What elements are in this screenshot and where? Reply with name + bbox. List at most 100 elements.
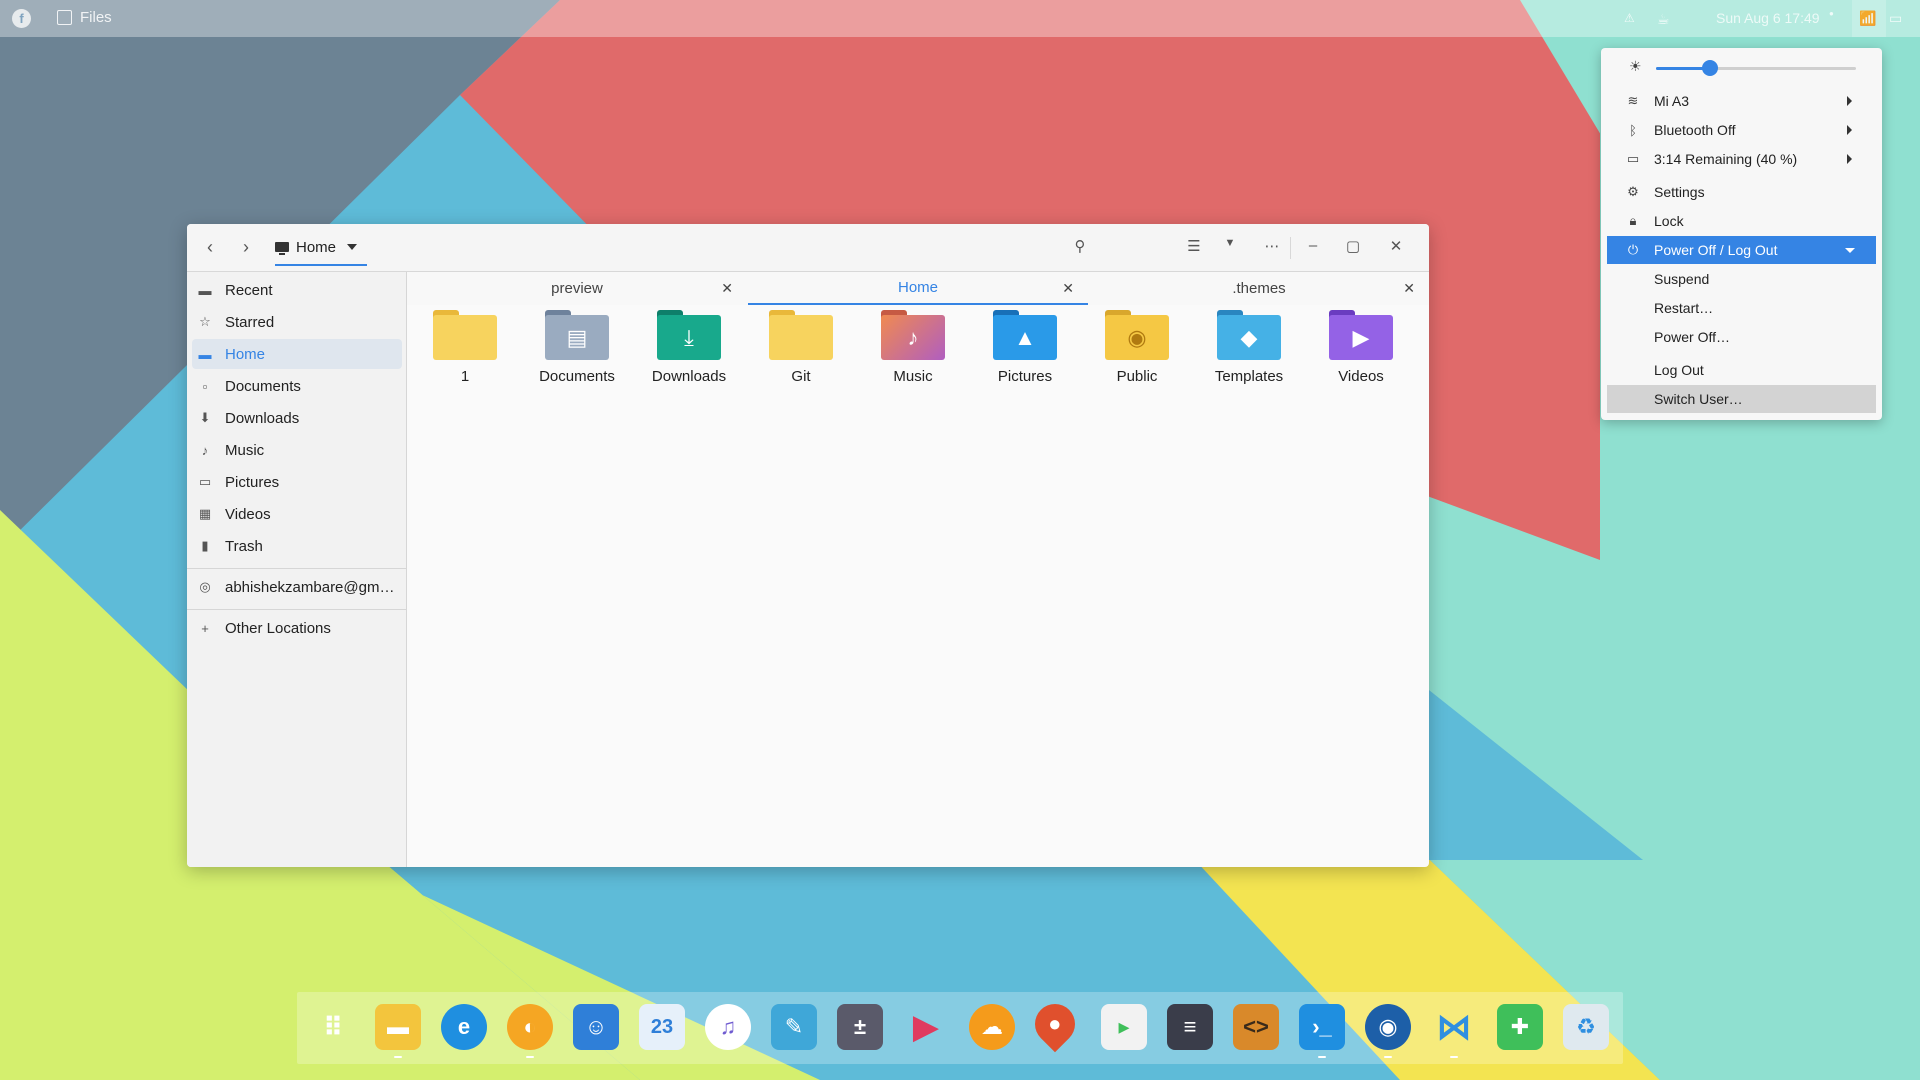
sidebar: ▬ Recent ☆ Starred ▬ Home ▫ Documents ⬇ Downl… xyxy=(187,272,407,867)
search-icon[interactable]: ⚲ xyxy=(1069,237,1091,255)
app-menu-button[interactable]: Files xyxy=(57,9,112,26)
trash-icon: ▮ xyxy=(201,538,209,553)
forward-button[interactable]: › xyxy=(235,236,257,258)
network-icon: ◎ xyxy=(199,579,211,594)
brightness-slider-knob[interactable] xyxy=(1702,60,1718,76)
chevron-right-icon xyxy=(1847,125,1852,135)
bluetooth-icon: ᛒ xyxy=(1629,122,1637,138)
sidebar-item-label: Starred xyxy=(225,313,275,331)
power-off-label: Power Off… xyxy=(1654,329,1730,345)
sidebar-item-label: Home xyxy=(225,345,266,363)
recycle-bin-icon[interactable]: ♻ xyxy=(1563,1004,1609,1050)
more-menu-icon[interactable]: ⋯ xyxy=(1261,237,1283,255)
vscode-icon[interactable]: ⋈ xyxy=(1431,1004,1477,1050)
store-icon[interactable]: ▸ xyxy=(1101,1004,1147,1050)
header-bar: ‹ › Home ⚲ ☰ ▼ ⋯ – ▢ ✕ xyxy=(187,224,1429,272)
sidebar-item-videos[interactable]: ▦ Videos xyxy=(192,499,402,529)
bluetooth-menu-item[interactable]: ᛒ Bluetooth Off xyxy=(1607,116,1876,144)
clock[interactable]: Sun Aug 6 17:49 xyxy=(1716,10,1820,26)
app-grid-icon[interactable]: ⠿ xyxy=(310,1004,356,1050)
documents-folder-icon: ▤ xyxy=(545,310,609,360)
file-item-templates[interactable]: ◆ Templates xyxy=(1193,306,1305,385)
sidebar-item-downloads[interactable]: ⬇ Downloads xyxy=(192,403,402,433)
maps-icon[interactable]: ● xyxy=(1026,995,1084,1053)
sidebar-item-home[interactable]: ▬ Home xyxy=(192,339,402,369)
file-item-documents[interactable]: ▤ Documents xyxy=(521,306,633,385)
sidebar-item-label: Videos xyxy=(225,505,271,523)
minimize-icon[interactable]: – xyxy=(1302,237,1324,254)
disk-icon[interactable]: ◉ xyxy=(1365,1004,1411,1050)
close-icon[interactable]: ✕ xyxy=(1385,237,1407,255)
files-icon[interactable]: ▬ xyxy=(375,1004,421,1050)
tab-themes[interactable]: .themes ✕ xyxy=(1089,272,1429,305)
home-icon: ▬ xyxy=(198,346,212,362)
lock-menu-item[interactable]: 🔒︎ Lock xyxy=(1607,207,1876,235)
sidebar-item-other-locations[interactable]: + Other Locations xyxy=(192,613,402,643)
file-item-videos[interactable]: ▶ Videos xyxy=(1305,306,1417,385)
log-out-menu-item[interactable]: Log Out xyxy=(1607,356,1876,384)
wifi-menu-item[interactable]: ≋ Mi A3 xyxy=(1607,87,1876,115)
firefox-icon[interactable]: ◐ xyxy=(507,1004,553,1050)
sidebar-item-music[interactable]: ♪ Music xyxy=(192,435,402,465)
close-icon[interactable]: ✕ xyxy=(721,280,733,297)
warning-icon[interactable]: ⚠ xyxy=(1624,11,1635,25)
power-icon: ⏻ xyxy=(1627,242,1639,257)
people-icon[interactable]: ☺ xyxy=(573,1004,619,1050)
downloads-folder-icon: ⤓ xyxy=(657,310,721,360)
brightness-slider[interactable] xyxy=(1656,60,1856,76)
file-item-pictures[interactable]: ▲ Pictures xyxy=(969,306,1081,385)
sidebar-item-trash[interactable]: ▮ Trash xyxy=(192,531,402,561)
maximize-icon[interactable]: ▢ xyxy=(1342,237,1364,255)
activities-logo-icon[interactable]: f xyxy=(12,9,31,28)
status-area[interactable]: 📶 xyxy=(1852,0,1886,37)
extensions-icon[interactable]: ✚ xyxy=(1497,1004,1543,1050)
battery-icon[interactable]: ▭ xyxy=(1889,10,1902,27)
path-bar-button[interactable]: Home xyxy=(275,234,358,260)
terminal-icon[interactable]: ›_ xyxy=(1299,1004,1345,1050)
tweaks-icon[interactable]: ≡ xyxy=(1167,1004,1213,1050)
file-item-git[interactable]: Git xyxy=(745,306,857,385)
running-indicator xyxy=(1384,1056,1392,1058)
sidebar-item-label: Other Locations xyxy=(225,619,331,637)
brightness-icon: ☀ xyxy=(1629,58,1642,74)
sidebar-item-network-account[interactable]: ◎ abhishekzambare@gm… xyxy=(192,572,402,602)
calculator-icon[interactable]: ± xyxy=(837,1004,883,1050)
file-label: Pictures xyxy=(997,368,1053,385)
restart-menu-item[interactable]: Restart… xyxy=(1607,294,1876,322)
close-icon[interactable]: ✕ xyxy=(1403,280,1415,297)
media-player-icon[interactable]: ▶ xyxy=(903,1004,949,1050)
file-item-public[interactable]: ◉ Public xyxy=(1081,306,1193,385)
tab-label: .themes xyxy=(1232,280,1286,297)
sidebar-item-documents[interactable]: ▫ Documents xyxy=(192,371,402,401)
sidebar-item-recent[interactable]: ▬ Recent xyxy=(192,275,402,305)
suspend-menu-item[interactable]: Suspend xyxy=(1607,265,1876,293)
file-label: Documents xyxy=(539,368,615,385)
close-icon[interactable]: ✕ xyxy=(1062,280,1074,297)
edge-browser-icon[interactable]: e xyxy=(441,1004,487,1050)
view-options-icon[interactable]: ▼ xyxy=(1219,237,1241,249)
back-button[interactable]: ‹ xyxy=(199,236,221,258)
switch-user-label: Switch User… xyxy=(1654,391,1743,407)
coffee-icon[interactable]: ☕ xyxy=(1657,11,1670,28)
image-editor-icon[interactable]: ✎ xyxy=(771,1004,817,1050)
calendar-icon[interactable]: 23 xyxy=(639,1004,685,1050)
file-label: Downloads xyxy=(651,368,727,385)
tab-preview[interactable]: preview ✕ xyxy=(407,272,747,305)
folder-icon xyxy=(769,310,833,360)
sidebar-item-pictures[interactable]: ▭ Pictures xyxy=(192,467,402,497)
file-item-1[interactable]: 1 xyxy=(409,306,521,385)
file-item-downloads[interactable]: ⤓ Downloads xyxy=(633,306,745,385)
file-item-music[interactable]: ♪ Music xyxy=(857,306,969,385)
sidebar-item-starred[interactable]: ☆ Starred xyxy=(192,307,402,337)
log-out-label: Log Out xyxy=(1654,362,1704,378)
settings-menu-item[interactable]: ⚙ Settings xyxy=(1607,178,1876,206)
code-editor-icon[interactable]: <> xyxy=(1233,1004,1279,1050)
tab-home[interactable]: Home ✕ xyxy=(748,272,1088,305)
power-off-menu-item[interactable]: Power Off… xyxy=(1607,323,1876,351)
switch-user-menu-item[interactable]: Switch User… xyxy=(1607,385,1876,413)
list-view-icon[interactable]: ☰ xyxy=(1183,237,1205,255)
power-off-log-out-menu-item[interactable]: ⏻ Power Off / Log Out xyxy=(1607,236,1876,264)
music-player-icon[interactable]: ♫ xyxy=(705,1004,751,1050)
weather-icon[interactable]: ☁ xyxy=(969,1004,1015,1050)
battery-menu-item[interactable]: ▭ 3:14 Remaining (40 %) xyxy=(1607,145,1876,173)
